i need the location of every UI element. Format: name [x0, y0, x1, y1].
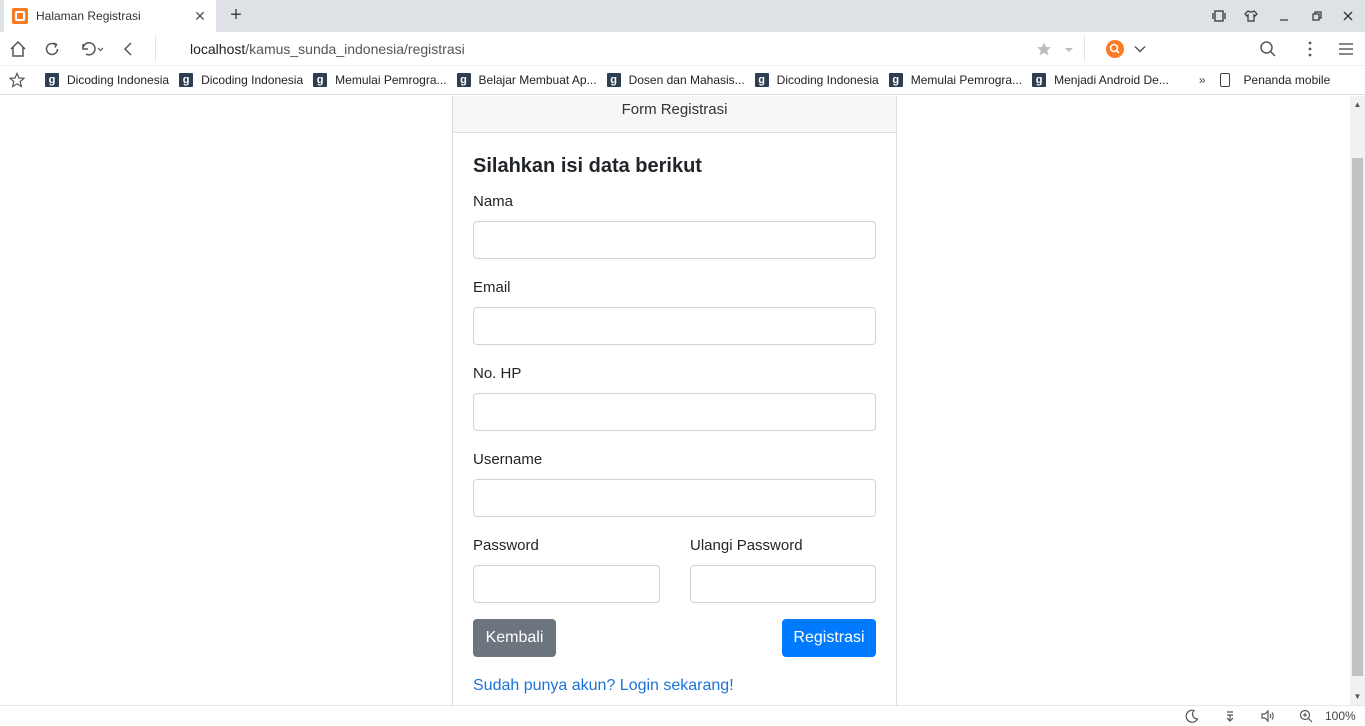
reload-icon[interactable]	[40, 37, 64, 61]
phone-label: No. HP	[473, 365, 522, 382]
close-tab-icon[interactable]: ✕	[192, 8, 208, 24]
bookmark-item[interactable]: g Menjadi Android De...	[1032, 73, 1169, 87]
bookmark-item[interactable]: g Dicoding Indonesia	[45, 73, 169, 87]
chevron-down-icon[interactable]	[1128, 37, 1152, 61]
zoom-icon[interactable]	[1297, 708, 1315, 724]
minimize-icon[interactable]	[1267, 0, 1301, 32]
registration-card: Form Registrasi Silahkan isi data beriku…	[452, 96, 897, 705]
menu-icon[interactable]	[1334, 37, 1358, 61]
mobile-device-icon	[1219, 73, 1230, 87]
search-engine-icon[interactable]	[1103, 37, 1127, 61]
bookmarks-bar: g Dicoding Indonesia g Dicoding Indonesia …	[0, 66, 1365, 95]
bookmark-item[interactable]: g Dicoding Indonesia	[179, 73, 303, 87]
dicoding-favicon-icon: g	[754, 73, 769, 87]
search-icon[interactable]	[1256, 37, 1280, 61]
confirm-password-input[interactable]	[690, 565, 876, 603]
bookmark-item[interactable]: g Dosen dan Mahasis...	[606, 73, 745, 87]
new-tab-icon[interactable]: +	[224, 4, 248, 28]
dicoding-favicon-icon: g	[606, 73, 621, 87]
tab-strip: Halaman Registrasi ✕ +	[0, 0, 1365, 32]
name-label: Nama	[473, 193, 514, 210]
mobile-bookmarks[interactable]: Penanda mobile	[1219, 73, 1330, 87]
phone-input[interactable]	[473, 393, 876, 431]
address-bar[interactable]: localhost/kamus_sunda_indonesia/registra…	[155, 36, 1085, 62]
browser-toolbar: localhost/kamus_sunda_indonesia/registra…	[0, 32, 1365, 66]
scroll-up-icon[interactable]: ▲	[1350, 96, 1365, 113]
dicoding-favicon-icon: g	[456, 73, 471, 87]
email-input[interactable]	[473, 307, 876, 345]
night-mode-icon[interactable]	[1183, 708, 1201, 724]
register-button[interactable]: Registrasi	[782, 619, 876, 657]
bookmark-star-icon[interactable]	[1036, 41, 1052, 62]
dropdown-arrow-icon[interactable]	[1064, 42, 1074, 60]
bookmark-item[interactable]: g Memulai Pemrogra...	[313, 73, 447, 87]
more-vertical-icon[interactable]	[1298, 37, 1322, 61]
undo-close-icon[interactable]	[78, 37, 108, 61]
name-input[interactable]	[473, 221, 876, 259]
address-url[interactable]: localhost/kamus_sunda_indonesia/registra…	[190, 41, 465, 57]
password-label: Password	[473, 537, 539, 554]
dicoding-favicon-icon: g	[1032, 73, 1047, 87]
dicoding-favicon-icon: g	[45, 73, 59, 87]
dicoding-favicon-icon: g	[888, 73, 903, 87]
bookmarks-overflow-button[interactable]: »	[1199, 73, 1206, 87]
status-bar: 100%	[0, 705, 1365, 726]
xampp-favicon-icon	[12, 8, 28, 24]
bookmarks-star-icon[interactable]	[0, 72, 34, 88]
vertical-scrollbar[interactable]: ▲ ▼	[1350, 96, 1365, 705]
tile-icon[interactable]	[1202, 0, 1236, 32]
page-viewport: Form Registrasi Silahkan isi data beriku…	[0, 96, 1350, 705]
shirt-icon[interactable]	[1234, 0, 1268, 32]
card-header: Form Registrasi	[453, 96, 896, 133]
login-link[interactable]: Sudah punya akun? Login sekarang!	[473, 677, 734, 695]
zoom-level[interactable]: 100%	[1325, 709, 1356, 723]
home-icon[interactable]	[6, 37, 30, 61]
username-label: Username	[473, 451, 543, 468]
download-icon[interactable]	[1221, 708, 1239, 724]
scroll-down-icon[interactable]: ▼	[1350, 688, 1365, 705]
bookmark-item[interactable]: g Dicoding Indonesia	[754, 73, 879, 87]
username-input[interactable]	[473, 479, 876, 517]
scroll-thumb[interactable]	[1352, 158, 1363, 676]
dicoding-favicon-icon: g	[313, 73, 328, 87]
confirm-password-label: Ulangi Password	[690, 537, 803, 554]
close-window-icon[interactable]	[1331, 0, 1365, 32]
form-title: Silahkan isi data berikut	[473, 155, 702, 177]
password-input[interactable]	[473, 565, 660, 603]
restore-icon[interactable]	[1300, 0, 1334, 32]
dicoding-favicon-icon: g	[179, 73, 194, 87]
sound-icon[interactable]	[1259, 708, 1277, 724]
email-label: Email	[473, 279, 511, 296]
back-button[interactable]: Kembali	[473, 619, 556, 657]
bookmark-item[interactable]: g Memulai Pemrogra...	[888, 73, 1022, 87]
back-icon[interactable]	[116, 37, 140, 61]
browser-tab[interactable]: Halaman Registrasi ✕	[4, 0, 216, 32]
tab-title: Halaman Registrasi	[36, 9, 141, 23]
bookmark-item[interactable]: g Belajar Membuat Ap...	[456, 73, 597, 87]
